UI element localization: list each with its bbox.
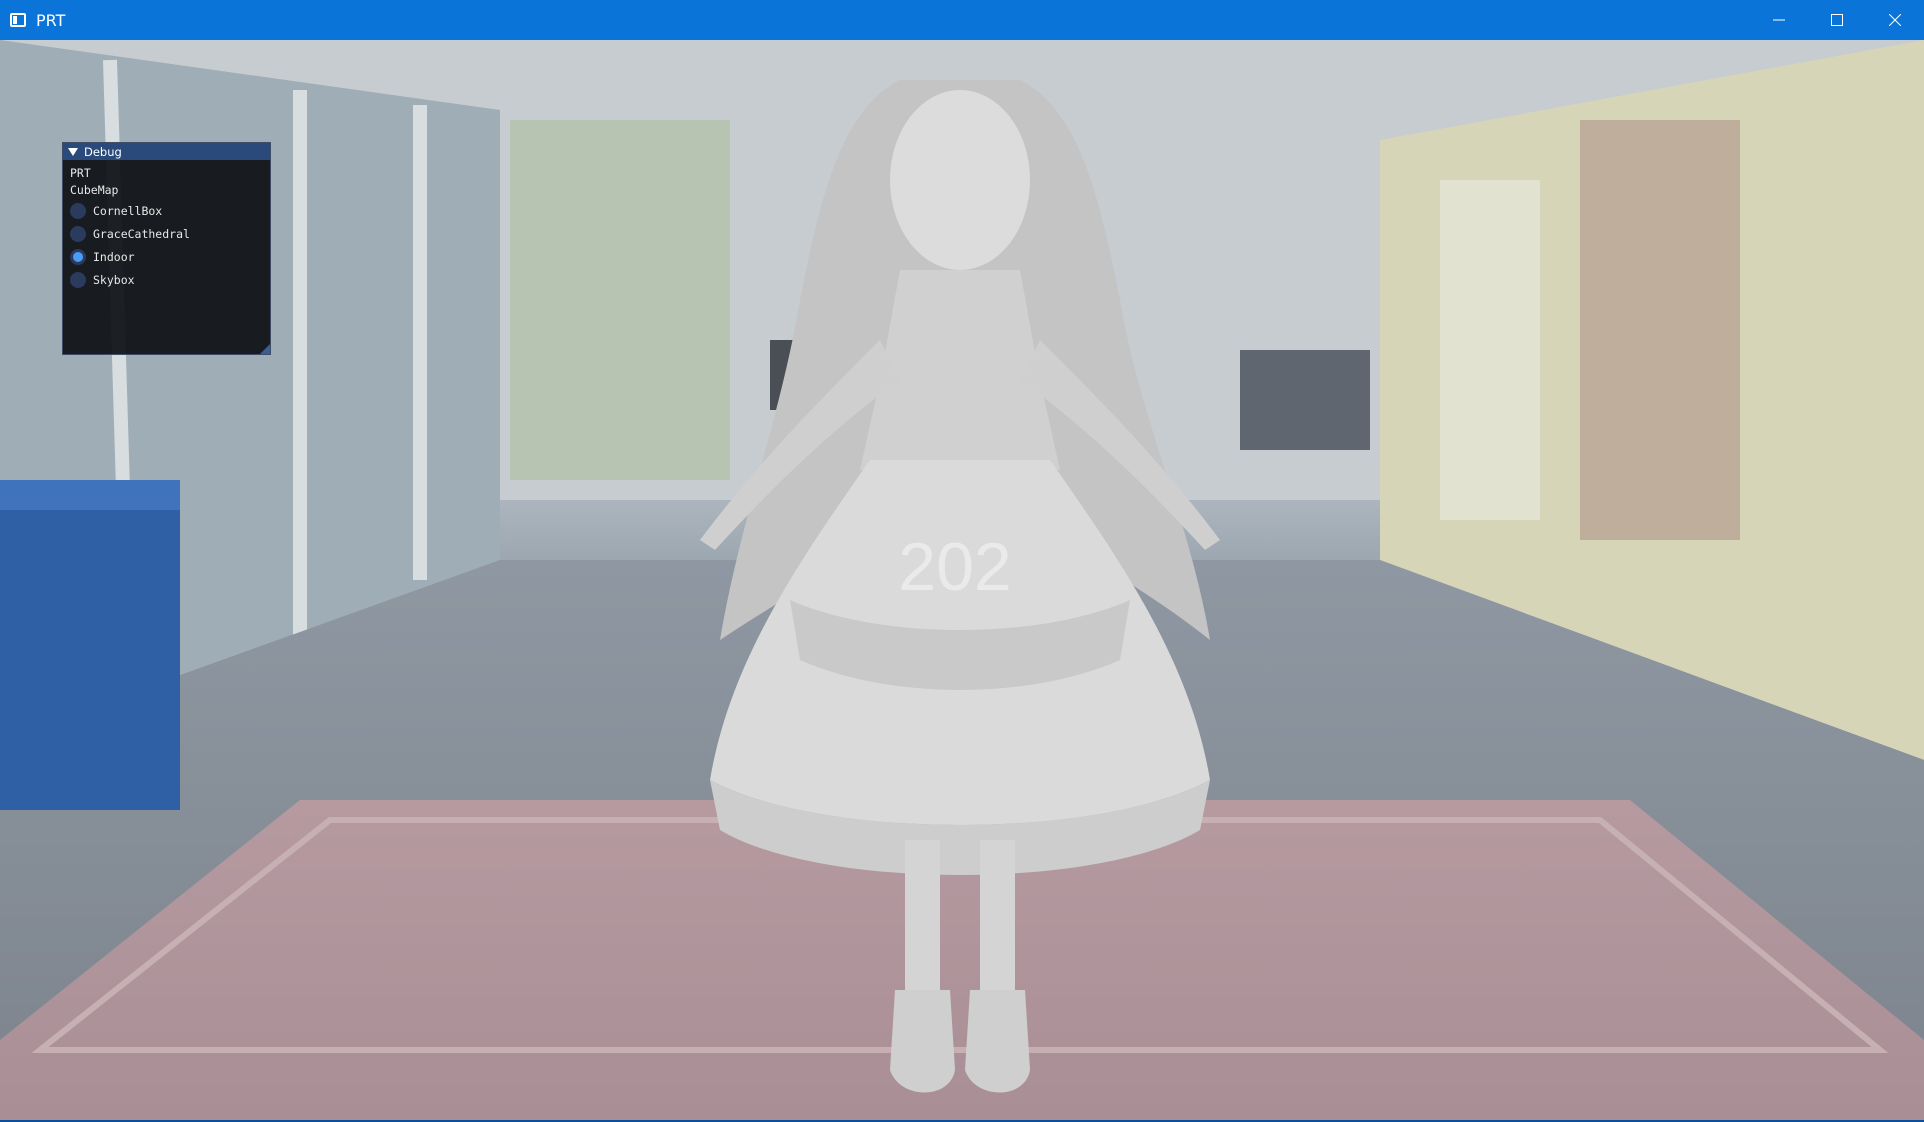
window-controls xyxy=(1750,0,1924,40)
render-viewport[interactable]: 202 Debug PRT CubeMap CornellBox GraceCa… xyxy=(0,40,1924,1120)
radio-button[interactable] xyxy=(70,271,86,288)
radio-label: Skybox xyxy=(93,272,135,287)
close-button[interactable] xyxy=(1866,0,1924,40)
resize-grip-icon[interactable] xyxy=(260,344,270,354)
radio-option-indoor[interactable]: Indoor xyxy=(70,245,263,268)
maximize-button[interactable] xyxy=(1808,0,1866,40)
minimize-button[interactable] xyxy=(1750,0,1808,40)
app-icon xyxy=(10,13,26,27)
radio-label: Indoor xyxy=(93,249,135,264)
debug-text-cubemap: CubeMap xyxy=(70,183,119,197)
radio-button[interactable] xyxy=(70,202,86,219)
debug-text-prt: PRT xyxy=(70,166,91,180)
radio-button-selected[interactable] xyxy=(70,248,86,265)
radio-button[interactable] xyxy=(70,225,86,242)
minimize-icon xyxy=(1773,19,1785,21)
collapse-triangle-icon[interactable] xyxy=(68,147,78,156)
app-window: PRT 202 Debug PRT CubeMap CornellBox Gra… xyxy=(0,0,1924,1122)
debug-panel-title: Debug xyxy=(84,144,122,159)
radio-label: GraceCathedral xyxy=(93,226,190,241)
title-bar[interactable]: PRT xyxy=(0,0,1924,40)
window-title: PRT xyxy=(36,10,66,30)
prt-model: 202 xyxy=(700,80,1220,1093)
radio-option-cornellbox[interactable]: CornellBox xyxy=(70,199,263,222)
maximize-icon xyxy=(1831,14,1843,26)
radio-label: CornellBox xyxy=(93,203,163,218)
radio-option-gracecathedral[interactable]: GraceCathedral xyxy=(70,222,263,245)
radio-option-skybox[interactable]: Skybox xyxy=(70,268,263,291)
close-icon xyxy=(1889,14,1901,26)
debug-panel[interactable]: Debug PRT CubeMap CornellBox GraceCathed… xyxy=(62,142,271,355)
debug-panel-header[interactable]: Debug xyxy=(63,143,270,160)
model-apron-label: 202 xyxy=(898,529,1011,605)
